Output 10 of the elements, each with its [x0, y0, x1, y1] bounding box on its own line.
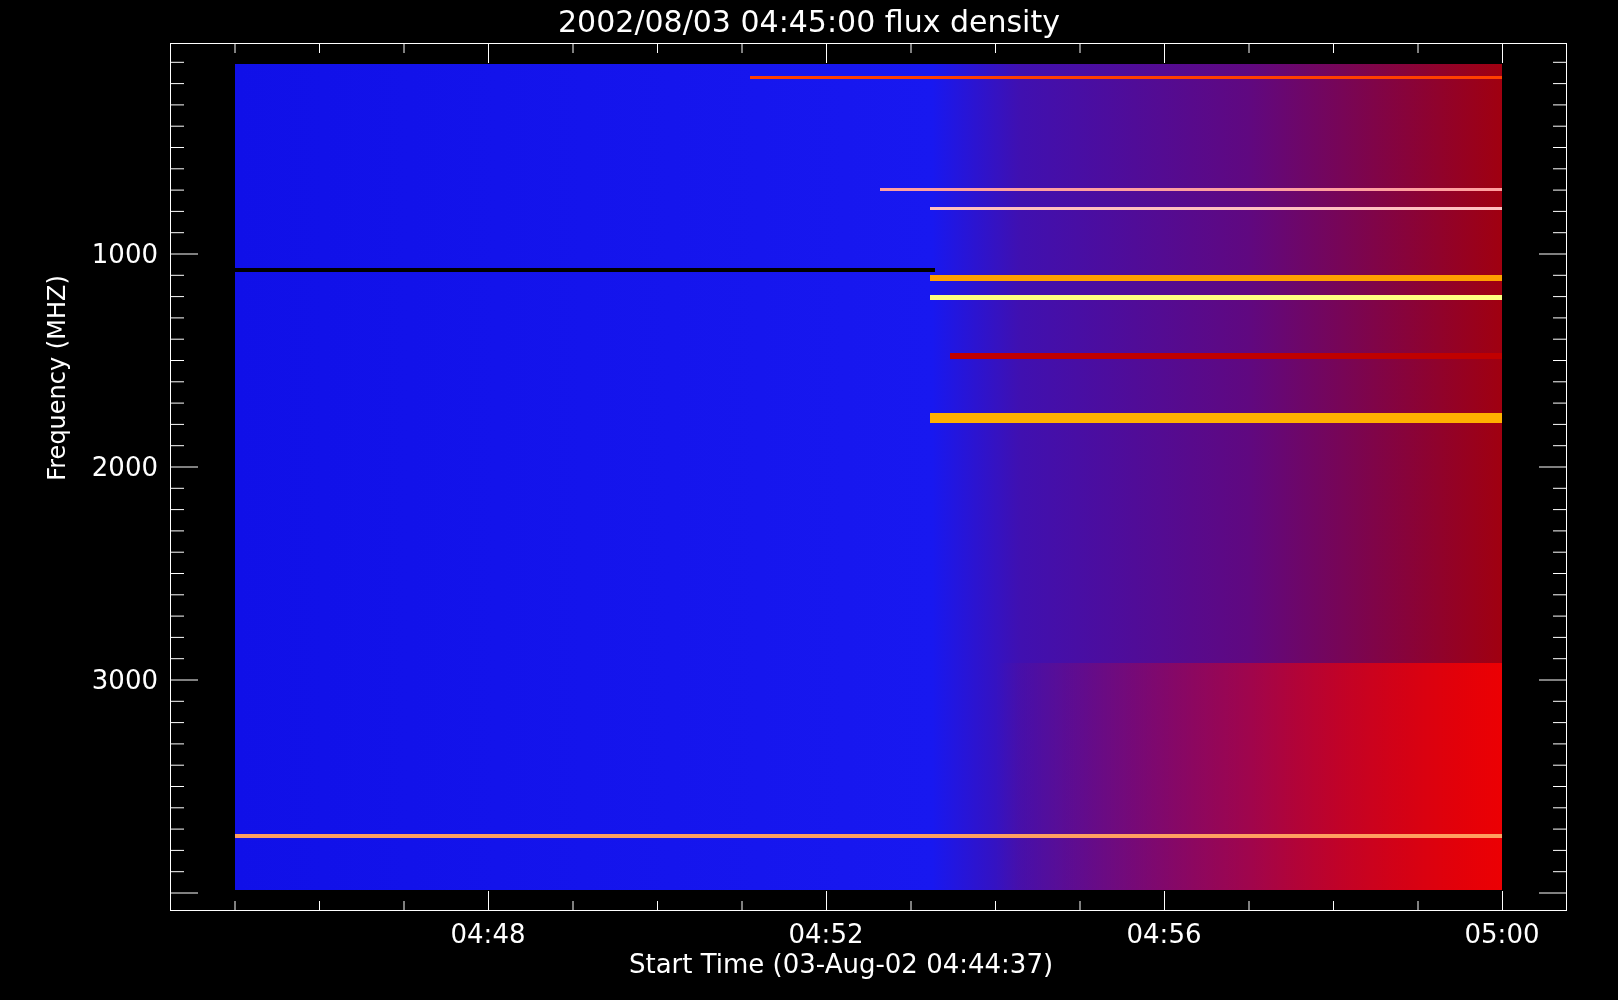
x-tick-label: 04:52: [788, 921, 864, 947]
x-tick-label: 04:48: [450, 921, 526, 947]
y-tick-label: 3000: [91, 667, 158, 693]
x-tick-label: 04:56: [1126, 921, 1202, 947]
chart-title: 2002/08/03 04:45:00 flux density: [558, 6, 1060, 37]
y-tick-label: 2000: [91, 454, 158, 480]
y-axis-label: Frequency (MHZ): [45, 275, 69, 481]
x-axis-label: Start Time (03-Aug-02 04:44:37): [628, 951, 1054, 977]
x-tick-label: 05:00: [1464, 921, 1540, 947]
y-tick-label: 1000: [91, 241, 158, 267]
